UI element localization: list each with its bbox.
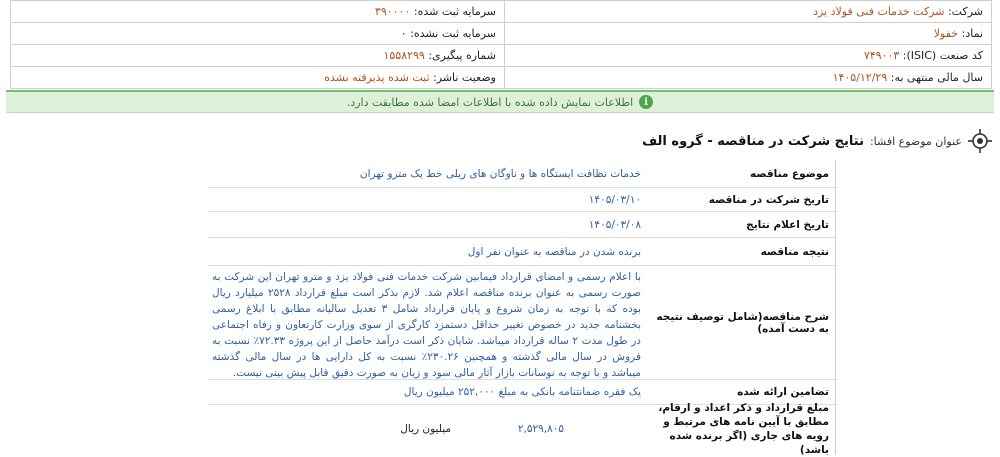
description-value: با اعلام رسمی و امضای قرارداد فیمابین شر…: [212, 271, 641, 379]
isic-cell: کد صنعت (ISIC): ۷۴۹۰۰۳: [504, 44, 992, 67]
company-label: شرکت:: [947, 5, 983, 18]
detail-row-participation-date: تاریخ شرکت در مناقصه ۱۴۰۵/۰۳/۱۰: [208, 188, 835, 212]
publisher-status-label: وضعیت ناشر:: [433, 71, 496, 84]
detail-row-results-date: تاریخ اعلام نتایج ۱۴۰۵/۰۳/۰۸: [208, 212, 835, 238]
tracking-label: شماره پیگیری:: [428, 49, 496, 62]
subject-title: نتایج شرکت در مناقصه - گروه الف: [642, 133, 864, 149]
banner-text: اطلاعات نمایش داده شده با اطلاعات امضا ش…: [346, 95, 634, 109]
results-date-value: ۱۴۰۵/۰۳/۰۸: [588, 218, 641, 231]
topic-label: موضوع مناقصه: [750, 167, 829, 180]
detail-row-result: نتیجه مناقصه برنده شدن در مناقصه به عنوا…: [208, 238, 835, 266]
amount-label: مبلغ قرارداد و ذکر اعداد و ارقام، مطابق …: [658, 401, 829, 456]
publisher-status-cell: وضعیت ناشر: ثبت شده پذیرفته نشده: [10, 66, 505, 89]
isic-value: ۷۴۹۰۰۳: [863, 49, 900, 62]
results-date-label: تاریخ اعلام نتایج: [746, 218, 829, 231]
subject-prefix: عنوان موضوع افشا:: [869, 134, 962, 148]
detail-row-amount: مبلغ قرارداد و ذکر اعداد و ارقام، مطابق …: [208, 401, 835, 456]
disclosure-subject: عنوان موضوع افشا: نتایج شرکت در مناقصه -…: [8, 127, 992, 155]
symbol-label: نماد:: [961, 27, 983, 40]
capital-registered-label: سرمایه ثبت شده:: [413, 5, 496, 18]
isic-label: کد صنعت (ISIC):: [902, 49, 983, 62]
amount-value: ۲,۵۲۹,۸۰۵: [517, 422, 565, 435]
capital-unregistered-cell: سرمایه ثبت نشده: ۰: [10, 22, 505, 45]
result-label: نتیجه مناقصه: [760, 245, 829, 258]
topic-value: خدمات نظافت ایستگاه ها و ناوگان های ریلی…: [359, 167, 641, 180]
capital-registered-value: ۳۹۰۰۰۰: [374, 5, 411, 18]
amount-cell: ۲,۵۲۹,۸۰۵ میلیون ریال: [208, 405, 645, 452]
capital-unregistered-label: سرمایه ثبت نشده:: [410, 27, 496, 40]
symbol-cell: نماد: خفولا: [504, 22, 992, 45]
fiscal-year-value: ۱۴۰۵/۱۲/۲۹: [832, 71, 888, 84]
company-cell: شرکت: شرکت خدمات فنی فولاد یزد: [504, 0, 992, 23]
result-value: برنده شدن در مناقصه به عنوان نفر اول: [467, 245, 641, 258]
company-info-table: شرکت: شرکت خدمات فنی فولاد یزد سرمایه ثب…: [10, 0, 992, 89]
tender-details: موضوع مناقصه خدمات نظافت ایستگاه ها و نا…: [208, 160, 836, 456]
target-icon: [968, 129, 992, 153]
fiscal-year-cell: سال مالی منتهی به: ۱۴۰۵/۱۲/۲۹: [504, 66, 992, 89]
tracking-cell: شماره پیگیری: ۱۵۵۸۲۹۹: [10, 44, 505, 67]
fiscal-year-label: سال مالی منتهی به:: [890, 71, 983, 84]
company-link[interactable]: شرکت خدمات فنی فولاد یزد: [813, 5, 944, 18]
participation-date-value: ۱۴۰۵/۰۳/۱۰: [588, 193, 641, 206]
tracking-value: ۱۵۵۸۲۹۹: [383, 49, 425, 62]
symbol-link[interactable]: خفولا: [934, 27, 958, 40]
amount-unit: میلیون ریال: [400, 422, 451, 435]
publisher-status-value: ثبت شده پذیرفته نشده: [324, 71, 430, 84]
participation-date-label: تاریخ شرکت در مناقصه: [708, 193, 829, 206]
guarantee-value: یک فقره ضمانتنامه بانکی به مبلغ ۲۵۲,۰۰۰ …: [403, 386, 641, 398]
capital-unregistered-value: ۰: [400, 27, 407, 40]
signature-match-banner: i اطلاعات نمایش داده شده با اطلاعات امضا…: [6, 90, 994, 113]
capital-registered-cell: سرمایه ثبت شده: ۳۹۰۰۰۰: [10, 0, 505, 23]
detail-row-topic: موضوع مناقصه خدمات نظافت ایستگاه ها و نا…: [208, 160, 835, 188]
info-icon: i: [639, 95, 654, 109]
detail-row-description: شرح مناقصه(شامل توصیف نتیجه به دست آمده)…: [208, 266, 835, 380]
description-label: شرح مناقصه(شامل توصیف نتیجه به دست آمده): [656, 310, 829, 335]
